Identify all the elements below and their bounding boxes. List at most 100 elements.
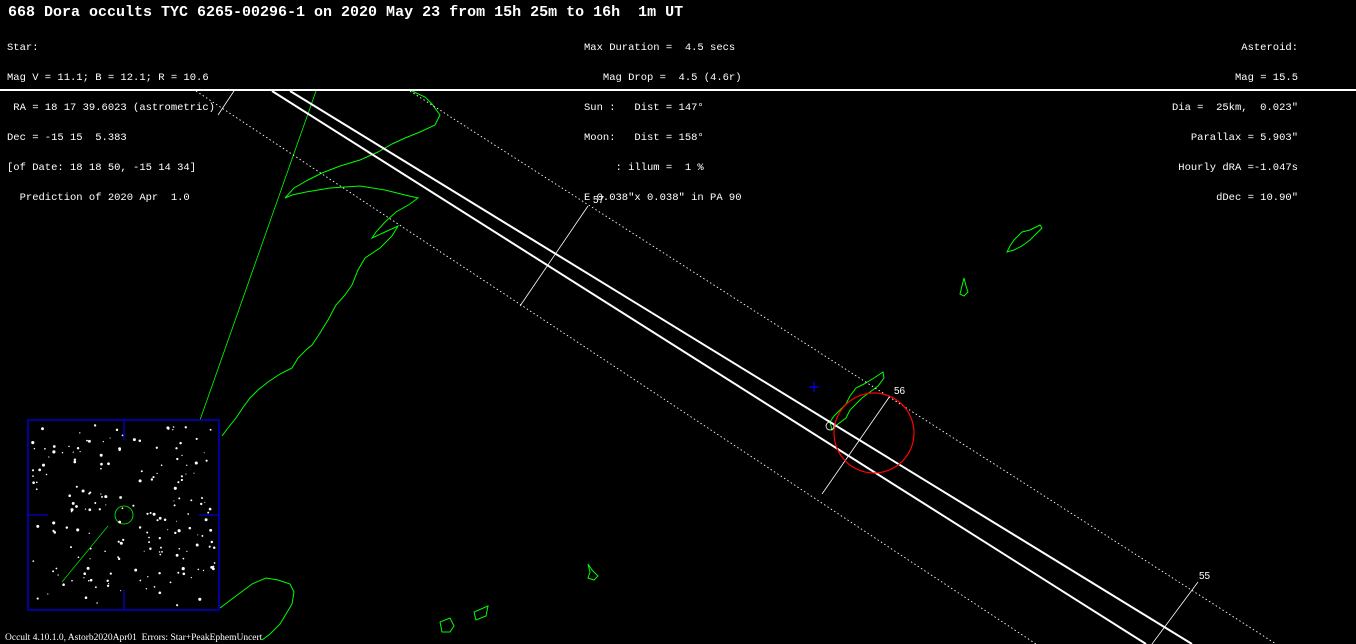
field-star: [181, 454, 183, 457]
field-star: [173, 486, 177, 490]
field-star: [33, 447, 36, 450]
field-star: [94, 502, 97, 504]
field-star: [176, 457, 179, 461]
field-star: [158, 516, 162, 520]
field-star: [204, 501, 206, 503]
field-star: [119, 496, 122, 499]
field-star: [193, 472, 195, 474]
field-star: [178, 497, 181, 500]
field-star: [202, 569, 205, 572]
time-tick-line: [519, 205, 589, 307]
field-star: [83, 577, 85, 579]
field-star: [88, 492, 91, 495]
field-star: [172, 426, 175, 428]
field-star: [100, 467, 102, 470]
field-star: [115, 428, 119, 432]
field-star: [160, 546, 162, 549]
field-star: [76, 528, 80, 532]
field-star: [47, 593, 49, 595]
field-star: [194, 461, 198, 465]
field-star: [95, 586, 97, 589]
field-star: [109, 437, 111, 439]
coastline: [221, 90, 441, 437]
field-star: [200, 496, 204, 500]
field-star: [38, 468, 42, 472]
coastline: [587, 563, 599, 581]
field-star: [88, 508, 92, 512]
coastline: [1006, 224, 1043, 253]
field-star: [197, 534, 199, 536]
field-star: [120, 590, 122, 592]
field-star: [88, 532, 91, 534]
field-star: [32, 475, 34, 477]
field-star: [152, 512, 156, 516]
path-edge-north: [289, 90, 1193, 644]
field-star: [84, 508, 87, 510]
field-star: [68, 494, 71, 497]
field-star: [93, 424, 97, 427]
field-star: [41, 463, 46, 467]
field-star: [100, 463, 103, 466]
field-star: [195, 543, 199, 547]
field-star: [186, 464, 188, 466]
footer-credit: Occult 4.10.1.0, Astorb2020Apr01 Errors:…: [5, 633, 263, 643]
field-star: [182, 572, 186, 576]
field-star: [207, 511, 210, 514]
field-star: [52, 521, 56, 525]
field-star: [186, 550, 188, 553]
field-star: [102, 440, 105, 443]
field-star: [138, 479, 142, 483]
field-star: [75, 485, 78, 488]
field-star: [181, 567, 185, 571]
field-star: [209, 528, 213, 532]
field-star: [146, 531, 149, 534]
field-star: [205, 459, 208, 462]
field-star: [55, 567, 58, 570]
field-star: [99, 453, 103, 457]
field-star: [32, 560, 35, 562]
field-star: [158, 571, 161, 575]
field-star: [173, 504, 176, 507]
time-tick-label: 56: [894, 386, 906, 397]
field-star: [166, 426, 170, 430]
field-star: [52, 570, 55, 573]
occultation-path-map: 57 56 55: [27, 90, 1277, 644]
field-star: [117, 540, 120, 543]
field-star: [203, 452, 205, 454]
path-edge-south: [271, 90, 1147, 644]
field-star: [108, 583, 110, 585]
coastline: [829, 371, 885, 431]
field-star: [109, 572, 112, 575]
field-star: [32, 481, 35, 484]
field-star: [107, 462, 110, 466]
field-star: [201, 534, 204, 537]
field-star: [179, 441, 182, 445]
field-star: [119, 541, 123, 545]
inset-frame: [27, 419, 220, 611]
field-star: [98, 508, 101, 511]
field-star: [160, 464, 163, 467]
field-star: [145, 588, 148, 590]
field-star: [208, 507, 212, 511]
field-star: [169, 581, 172, 584]
field-star: [208, 545, 211, 548]
field-star: [161, 551, 163, 553]
field-star: [190, 576, 193, 579]
field-star: [134, 568, 138, 572]
field-star: [175, 447, 178, 450]
field-star: [45, 473, 48, 476]
field-star: [68, 445, 70, 448]
field-star: [155, 446, 158, 449]
field-star: [89, 578, 93, 582]
field-star: [138, 439, 142, 443]
coastline: [473, 605, 489, 621]
field-star: [96, 602, 98, 604]
field-star: [71, 501, 75, 505]
field-star: [121, 434, 124, 437]
field-star: [105, 504, 107, 506]
field-star: [149, 547, 152, 551]
field-star: [104, 550, 106, 553]
field-star: [65, 526, 69, 529]
field-star: [76, 446, 80, 450]
time-tick-label: 57: [593, 195, 605, 206]
